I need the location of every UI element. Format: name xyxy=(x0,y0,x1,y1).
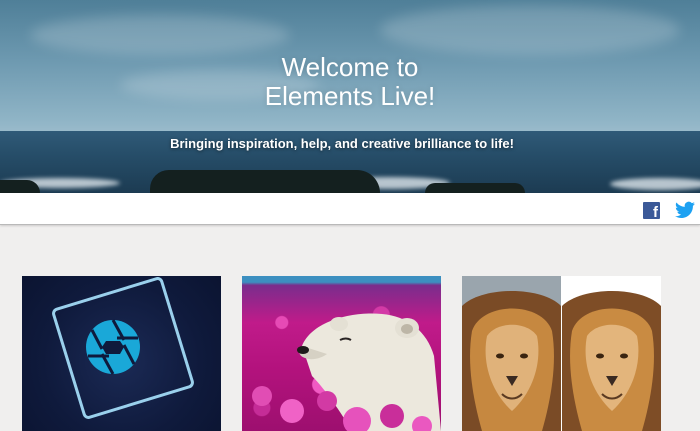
rock xyxy=(150,170,380,193)
hero-title-line-1: Welcome to xyxy=(281,52,419,82)
card-photoshop-elements[interactable] xyxy=(22,276,221,431)
rock xyxy=(425,183,525,193)
card-lion-comparison[interactable] xyxy=(462,276,661,431)
card-polar-bear[interactable] xyxy=(242,276,441,431)
facebook-icon[interactable]: f xyxy=(643,202,660,221)
cloud xyxy=(380,5,680,55)
lion-after-image xyxy=(562,276,661,431)
hero-banner: Welcome to Elements Live! Bringing inspi… xyxy=(0,0,700,193)
cloud xyxy=(30,15,290,55)
social-bar: f xyxy=(0,193,700,225)
polar-bear-image xyxy=(252,313,441,431)
lion-before-image xyxy=(462,276,561,431)
rock xyxy=(0,180,40,193)
aperture-icon xyxy=(86,319,140,375)
twitter-icon[interactable] xyxy=(675,201,695,219)
hero-title: Welcome to Elements Live! xyxy=(0,53,700,111)
wave-foam xyxy=(610,178,700,190)
hero-tagline: Bringing inspiration, help, and creative… xyxy=(170,136,514,151)
hero-title-line-2: Elements Live! xyxy=(264,81,436,111)
facebook-glyph: f xyxy=(653,204,658,221)
twitter-bird-svg xyxy=(675,201,695,218)
